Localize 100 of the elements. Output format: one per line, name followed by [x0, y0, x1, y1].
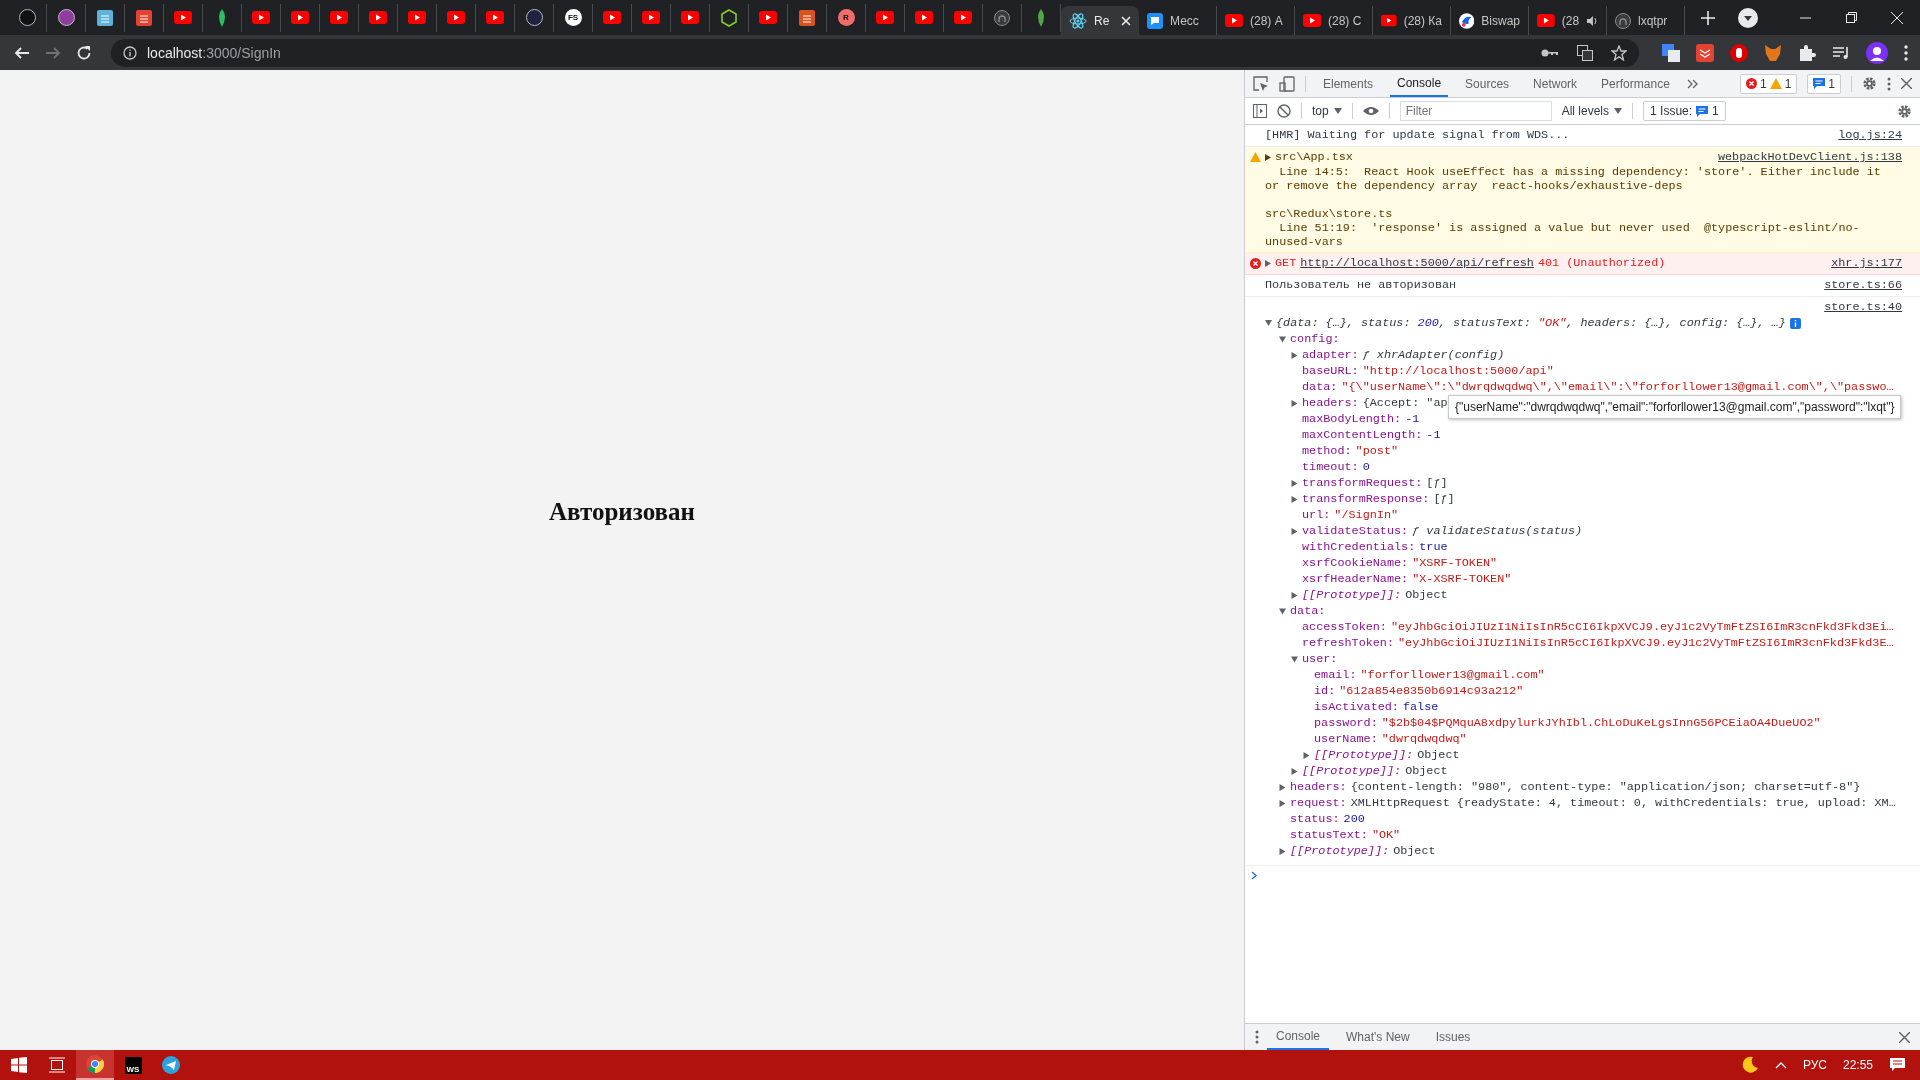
expand-arrow-icon[interactable]	[1265, 260, 1271, 267]
property-key: userName:	[1314, 731, 1378, 747]
property-value: "X-XSRF-TOKEN"	[1412, 571, 1512, 587]
video-play-icon	[759, 11, 777, 24]
devtools-tab[interactable]: Sources	[1458, 70, 1517, 97]
back-icon[interactable]	[14, 44, 30, 61]
restore-icon	[1845, 12, 1857, 23]
clear-icon[interactable]	[1277, 104, 1291, 118]
property-key: xsrfCookieName:	[1302, 555, 1409, 571]
clock[interactable]: 22:55	[1842, 1058, 1873, 1072]
info-icon[interactable]	[1789, 317, 1801, 329]
menu-icon[interactable]	[1904, 44, 1908, 61]
filter-field[interactable]: Filter	[1399, 101, 1552, 121]
puzzle-icon[interactable]	[1798, 43, 1816, 62]
request-url-link[interactable]: http://localhost:5000/api/refresh	[1300, 256, 1534, 271]
drawer-tab[interactable]: Issues	[1426, 1024, 1480, 1050]
property-key: baseURL:	[1302, 363, 1359, 379]
letter-logo-icon: R	[837, 9, 855, 26]
message-counter[interactable]: 1	[1807, 73, 1841, 94]
tab-title: lxqtpr	[1638, 13, 1669, 28]
property-key: [[Prototype]]:	[1314, 747, 1414, 763]
expand-arrow-icon[interactable]	[1303, 751, 1310, 759]
property-value: "/SignIn"	[1334, 507, 1399, 523]
issues-button[interactable]: 1 Issue: 1	[1643, 101, 1726, 121]
expand-arrow-icon[interactable]	[1291, 655, 1298, 663]
property-key: password:	[1314, 715, 1378, 731]
expand-arrow-icon[interactable]	[1291, 527, 1298, 535]
expand-arrow-icon[interactable]	[1279, 607, 1286, 615]
expand-arrow-icon[interactable]	[1279, 783, 1286, 791]
more-tabs-icon[interactable]	[1686, 78, 1699, 89]
expand-arrow-icon[interactable]	[1291, 479, 1298, 487]
property-key: headers:	[1302, 395, 1359, 411]
video-play-icon	[876, 11, 894, 24]
browser-tab[interactable]: R	[827, 3, 866, 32]
source-link[interactable]: log.js:24	[1838, 128, 1902, 143]
property-key: [[Prototype]]:	[1302, 587, 1402, 603]
windows-logo-icon	[11, 1057, 27, 1073]
speaker-icon[interactable]	[1586, 14, 1598, 27]
property-value: -1	[1405, 411, 1420, 427]
browser-tab[interactable]: FS	[554, 3, 593, 32]
info-icon[interactable]	[123, 45, 137, 60]
property-value: "eyJhbGciOiJIUzI1NiIsInR5cCI6IkpXVCJ9.eyJ1c2VyTmFtZSI6ImR3cnFkd3Fkd3E…	[1398, 635, 1894, 651]
levels-dropdown[interactable]: All levels	[1561, 104, 1623, 118]
tab-title: Re	[1094, 13, 1111, 28]
object-preview[interactable]: {data: {…}, status: 200, statusText: "OK", headers: {…}, config: {…}, …}	[1276, 315, 1786, 331]
more-icon[interactable]	[1255, 1030, 1259, 1044]
property-key: validateStatus:	[1302, 523, 1409, 539]
reload-icon[interactable]	[76, 44, 92, 61]
expand-arrow-icon[interactable]	[1265, 320, 1272, 326]
drawer-tab[interactable]: What's New	[1337, 1024, 1419, 1050]
star-icon[interactable]	[1611, 44, 1627, 61]
expand-arrow-icon[interactable]	[1291, 399, 1298, 407]
more-icon[interactable]	[1887, 76, 1891, 91]
taskbar-app[interactable]	[76, 1050, 114, 1080]
inspect-icon[interactable]	[1253, 75, 1269, 92]
request-status: 401 (Unauthorized)	[1537, 256, 1666, 271]
eye-icon[interactable]	[1362, 106, 1379, 116]
caret-icon	[1333, 108, 1342, 114]
expand-arrow-icon[interactable]	[1291, 591, 1298, 599]
expand-arrow-icon[interactable]	[1279, 847, 1286, 855]
expand-arrow-icon[interactable]	[1291, 767, 1298, 775]
source-link[interactable]: webpackHotDevClient.js:138	[1717, 150, 1902, 165]
context-dropdown[interactable]: top	[1312, 104, 1342, 118]
devtools-tab[interactable]: Performance	[1594, 70, 1677, 97]
close-icon[interactable]	[1899, 1031, 1910, 1043]
expand-arrow-icon[interactable]	[1279, 799, 1286, 807]
chevron-up-icon[interactable]	[1774, 1061, 1787, 1069]
avatar-icon[interactable]	[1866, 41, 1888, 64]
fox-icon[interactable]	[1764, 43, 1782, 62]
address-bar[interactable]: localhost:3000/SignIn	[111, 38, 1639, 67]
notification-icon[interactable]	[1889, 1057, 1906, 1073]
taskbar-app[interactable]: WS	[114, 1050, 152, 1080]
moon-icon[interactable]	[1740, 1056, 1759, 1074]
file-name: src\App.tsx	[1275, 150, 1353, 165]
dropdown-icon[interactable]	[1738, 7, 1758, 28]
error-warning-counter[interactable]: 1 1	[1739, 73, 1798, 94]
expand-arrow-icon[interactable]	[1291, 495, 1298, 503]
property-value: 0	[1362, 459, 1370, 475]
devtools-tab[interactable]: Network	[1526, 70, 1585, 97]
source-link[interactable]: xhr.js:177	[1831, 256, 1902, 271]
expand-arrow-icon[interactable]	[1291, 351, 1298, 359]
devtools-tab[interactable]: Console	[1390, 70, 1449, 97]
expand-arrow-icon[interactable]	[1279, 335, 1286, 343]
source-link[interactable]: store.ts:66	[1824, 278, 1902, 293]
plus-icon[interactable]	[1701, 10, 1715, 25]
source-link[interactable]: store.ts:40	[1824, 300, 1902, 315]
sidebar-icon[interactable]	[1253, 104, 1267, 118]
video-play-icon	[1303, 14, 1321, 27]
close-icon[interactable]	[1901, 78, 1912, 89]
devtools-tab[interactable]: Elements	[1316, 70, 1381, 97]
language-indicator[interactable]: РУС	[1802, 1058, 1827, 1072]
video-play-icon	[330, 11, 348, 24]
key-icon[interactable]	[1541, 47, 1559, 58]
video-play-icon	[252, 11, 270, 24]
browser-tab[interactable]: Re	[1061, 6, 1139, 35]
prompt-icon[interactable]	[1251, 871, 1257, 880]
device-icon[interactable]	[1279, 75, 1295, 92]
expand-arrow-icon[interactable]	[1265, 154, 1271, 161]
settings-icon[interactable]	[1862, 76, 1877, 91]
settings-icon[interactable]	[1897, 103, 1912, 119]
